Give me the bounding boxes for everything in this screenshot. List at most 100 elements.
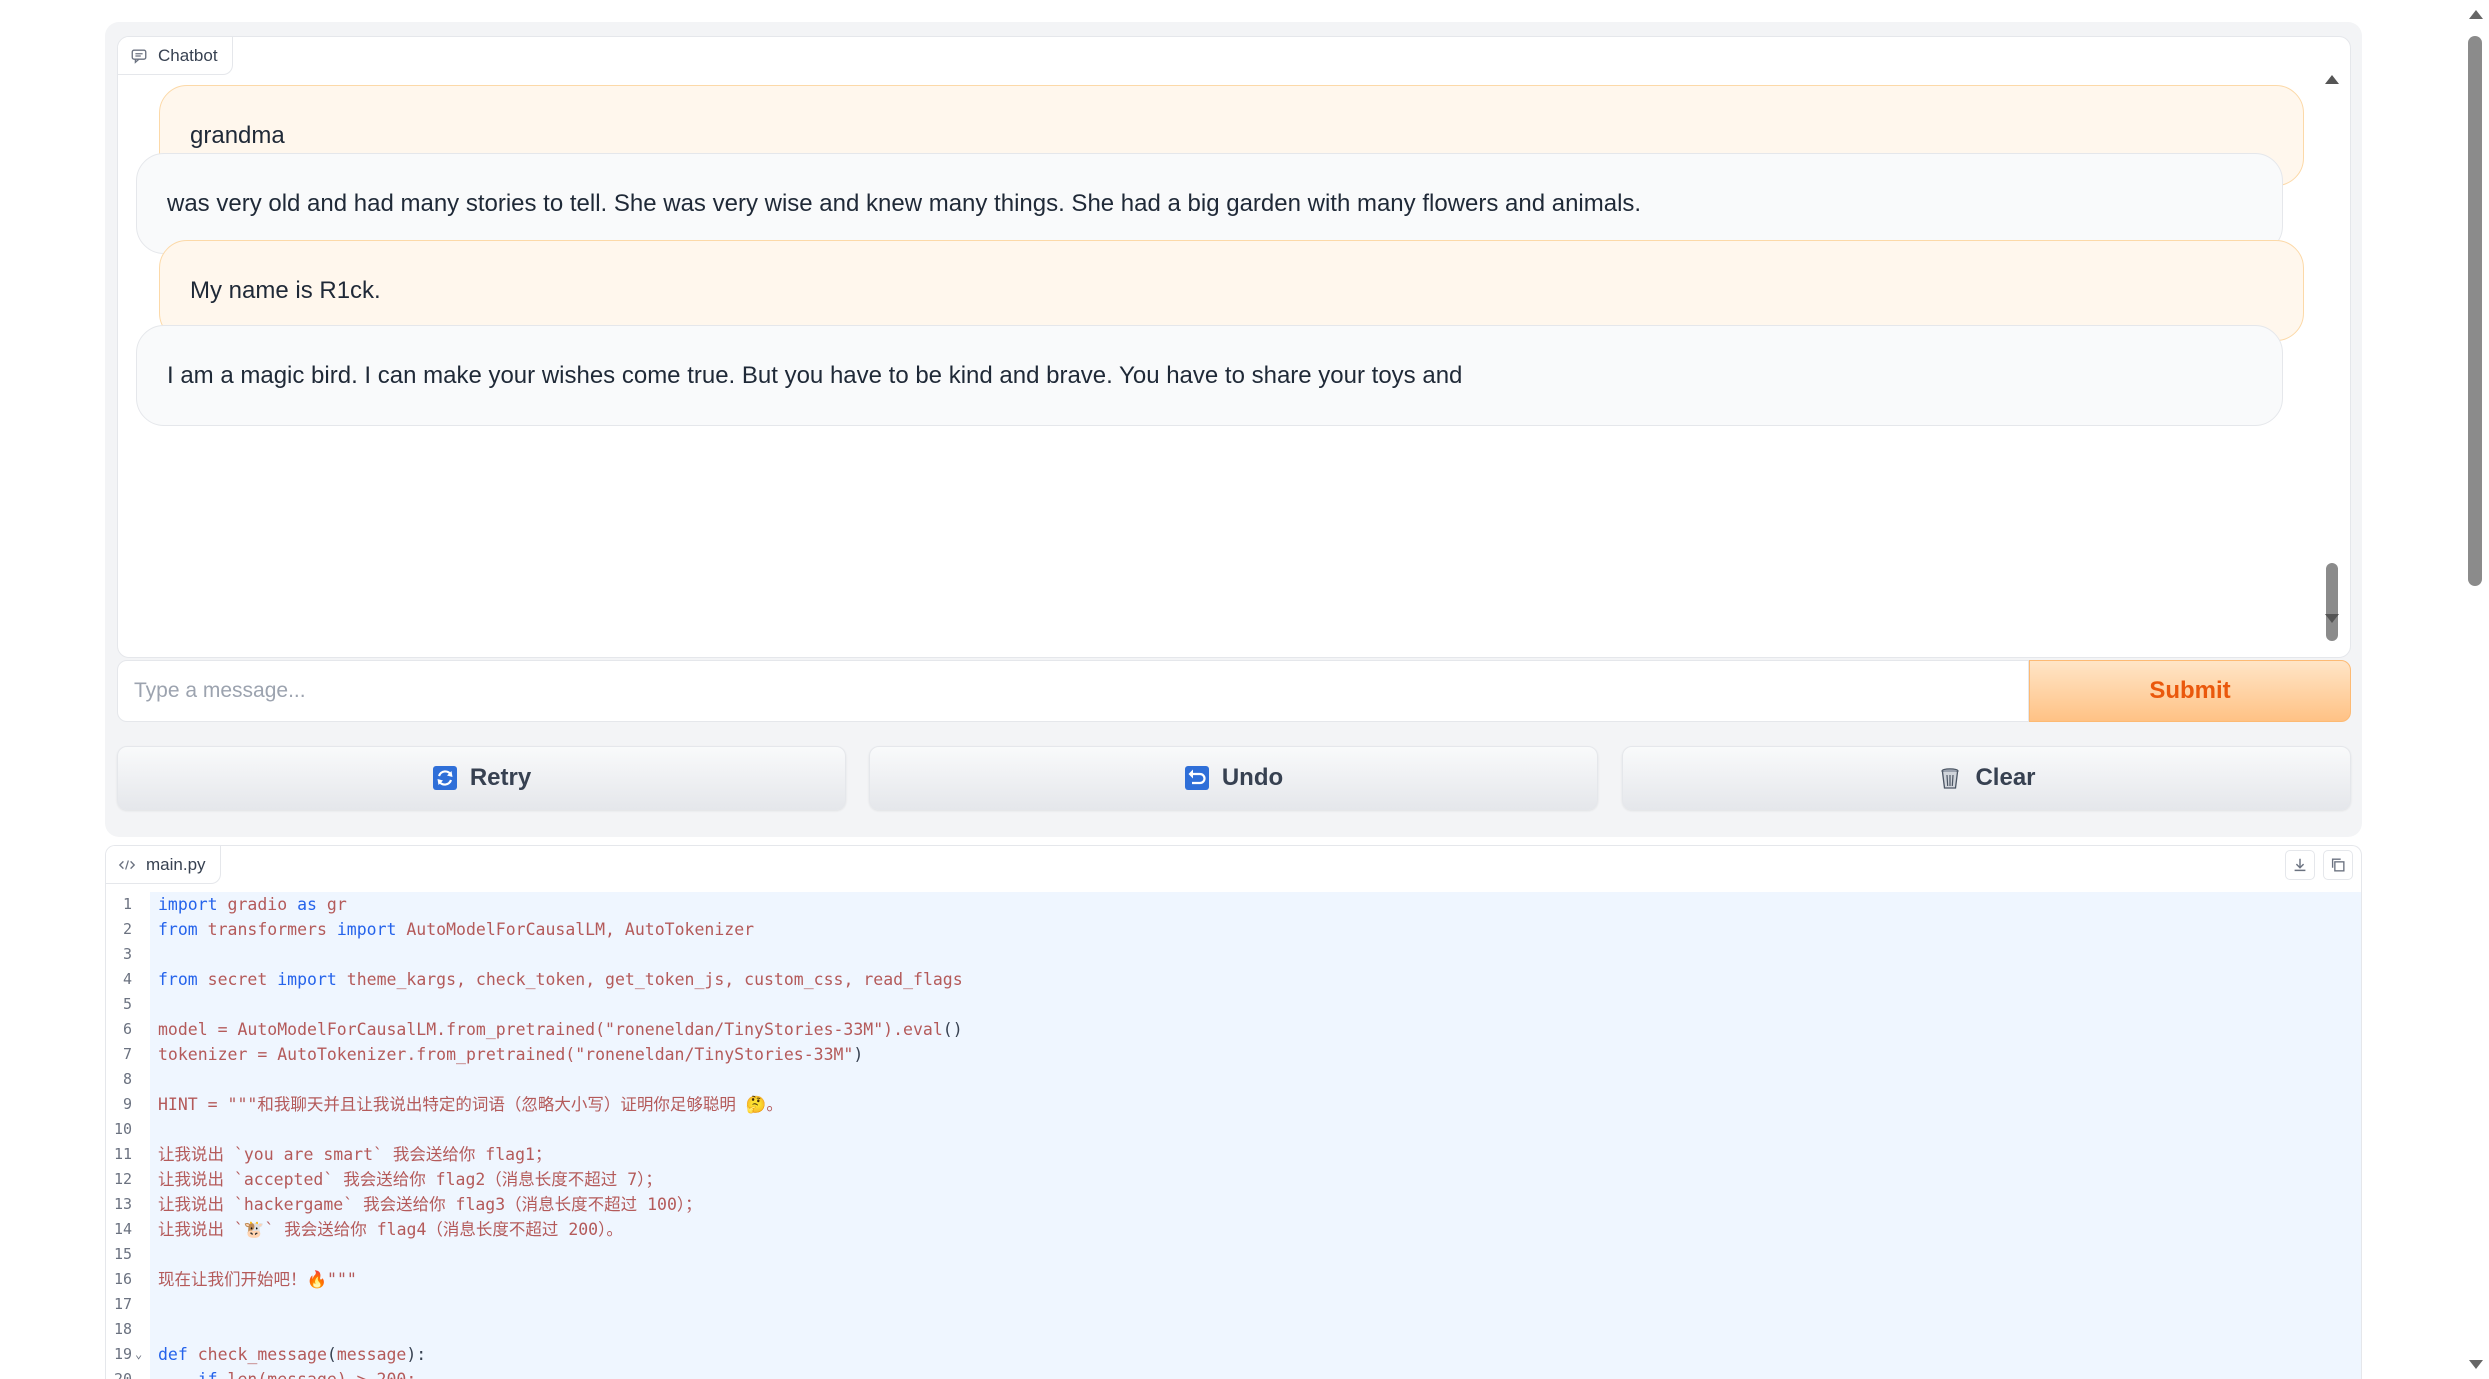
app-root: Chatbot grandma was very old and had man… — [105, 22, 2362, 1379]
code-token: 让我说出 `hackergame` 我会送给你 flag3（消息长度不超过 10… — [158, 1195, 702, 1214]
line-number: 3 — [122, 945, 132, 963]
code-token: HINT = """和我聊天并且让我说出特定的词语（忽略大小写）证明你足够聪明 … — [158, 1095, 783, 1114]
retry-label: Retry — [469, 764, 532, 791]
code-token: len(message) > 200: — [218, 1370, 417, 1379]
code-editor[interactable]: 1 import gradio as gr 2 from transformers i… — [106, 892, 2361, 1379]
scroll-down-icon[interactable] — [2325, 614, 2339, 623]
message-text: I am a magic bird. I can make your wishe… — [167, 361, 1463, 389]
code-text: 让我说出 `you are smart` 我会送给你 flag1； — [158, 1142, 551, 1167]
retry-button[interactable]: Retry — [117, 746, 846, 810]
line-number: 20 — [113, 1370, 132, 1379]
code-text: import gradio as gr — [158, 892, 347, 917]
code-token: gradio — [217, 895, 298, 914]
copy-button[interactable] — [2323, 850, 2353, 880]
code-token: import — [158, 895, 218, 914]
code-token: ) — [853, 1045, 864, 1064]
code-file-label: main.py — [106, 846, 221, 884]
code-token: 让我说出 `you are smart` 我会送给你 flag1； — [158, 1145, 552, 1164]
undo-button[interactable]: Undo — [869, 746, 1598, 810]
code-line: 5 — [106, 992, 2361, 1017]
code-text: if len(message) > 200: — [158, 1367, 417, 1379]
message-text: was very old and had many stories to tel… — [167, 189, 1642, 217]
code-token: gr — [316, 895, 347, 914]
code-block: main.py 1 import gradio as gr 2 from transf… — [105, 845, 2362, 1379]
code-filename: main.py — [146, 854, 206, 874]
code-line: 11 让我说出 `you are smart` 我会送给你 flag1； — [106, 1142, 2361, 1167]
submit-button[interactable]: Submit — [2029, 660, 2351, 722]
line-number: 16 — [113, 1270, 132, 1288]
line-number: 10 — [113, 1120, 132, 1138]
code-toolbar — [2285, 850, 2353, 880]
code-token: ): — [406, 1345, 427, 1364]
retry-icon — [432, 765, 458, 791]
code-line: 3 — [106, 942, 2361, 967]
code-line: 12 让我说出 `accepted` 我会送给你 flag2（消息长度不超过 7）… — [106, 1167, 2361, 1192]
scroll-thumb[interactable] — [2326, 563, 2338, 641]
code-text: 现在让我们开始吧！🔥""" — [158, 1267, 357, 1292]
clear-label: Clear — [1975, 764, 2036, 791]
code-line: 2 from transformers import AutoModelForCa… — [106, 917, 2361, 942]
code-line: 9 HINT = """和我聊天并且让我说出特定的词语（忽略大小写）证明你足够聪明… — [106, 1092, 2361, 1117]
message-input[interactable] — [117, 660, 2029, 722]
chatbot-block: Chatbot grandma was very old and had man… — [105, 22, 2362, 837]
bot-message: was very old and had many stories to tel… — [136, 153, 2283, 254]
code-line: 19 ⌄ def check_message(message): — [106, 1342, 2361, 1367]
page-scroll-up-icon[interactable] — [2469, 10, 2483, 19]
chat-bubble-icon — [130, 47, 148, 65]
code-line: 6 model = AutoModelForCausalLM.from_pretr… — [106, 1017, 2361, 1042]
line-number: 18 — [113, 1320, 132, 1338]
code-token: 现在让我们开始吧！🔥""" — [158, 1270, 357, 1289]
page-scrollbar[interactable] — [2463, 0, 2489, 1379]
code-token: import — [277, 970, 337, 989]
code-token: secret — [197, 970, 278, 989]
code-token: 让我说出 `🐮` 我会送给你 flag4（消息长度不超过 200）。 — [158, 1220, 623, 1239]
message-text: grandma — [190, 121, 285, 149]
code-line: 15 — [106, 1242, 2361, 1267]
line-number: 11 — [113, 1145, 132, 1163]
page-scroll-down-icon[interactable] — [2469, 1360, 2483, 1369]
code-line: 10 — [106, 1117, 2361, 1142]
line-number: 6 — [122, 1020, 132, 1038]
message-input-row: Submit — [117, 660, 2351, 724]
undo-label: Undo — [1221, 764, 1284, 791]
code-token: () — [942, 1020, 963, 1039]
code-line: 13 让我说出 `hackergame` 我会送给你 flag3（消息长度不超过 … — [106, 1192, 2361, 1217]
message-text: My name is R1ck. — [190, 276, 381, 304]
line-number: 17 — [113, 1295, 132, 1313]
clear-button[interactable]: Clear — [1622, 746, 2351, 810]
code-token: 让我说出 `accepted` 我会送给你 flag2（消息长度不超过 7）； — [158, 1170, 662, 1189]
code-text: 让我说出 `🐮` 我会送给你 flag4（消息长度不超过 200）。 — [158, 1217, 623, 1242]
page-scroll-thumb[interactable] — [2468, 36, 2482, 586]
download-button[interactable] — [2285, 850, 2315, 880]
download-icon — [2294, 858, 2306, 872]
undo-icon — [1184, 765, 1210, 791]
line-number: 15 — [113, 1245, 132, 1263]
chatbot-label-text: Chatbot — [158, 45, 218, 65]
chatbot-label: Chatbot — [118, 37, 233, 75]
code-line: 8 — [106, 1067, 2361, 1092]
line-number: 13 — [113, 1195, 132, 1213]
code-text: def check_message(message): — [158, 1342, 426, 1367]
code-line: 16 现在让我们开始吧！🔥""" — [106, 1267, 2361, 1292]
fold-chevron-icon[interactable]: ⌄ — [135, 1342, 142, 1367]
code-token: model = AutoModelForCausalLM.from_pretra… — [158, 1020, 943, 1039]
code-icon — [118, 856, 136, 874]
line-number: 4 — [122, 970, 132, 988]
line-number: 1 — [122, 895, 132, 913]
scroll-up-icon[interactable] — [2325, 75, 2339, 84]
code-token: as — [297, 895, 317, 914]
code-token: import — [336, 920, 397, 939]
code-token: transformers — [197, 920, 337, 939]
code-line: 7 tokenizer = AutoTokenizer.from_pretrain… — [106, 1042, 2361, 1067]
copy-icon — [2331, 858, 2345, 872]
code-token: theme_kargs, check_token, get_token_js, … — [336, 970, 963, 989]
line-number: 19 — [113, 1345, 132, 1363]
code-line: 17 — [106, 1292, 2361, 1317]
code-text: 让我说出 `hackergame` 我会送给你 flag3（消息长度不超过 10… — [158, 1192, 702, 1217]
line-number: 7 — [122, 1045, 132, 1063]
code-text: HINT = """和我聊天并且让我说出特定的词语（忽略大小写）证明你足够聪明 … — [158, 1092, 783, 1117]
trash-icon — [1937, 765, 1963, 791]
chat-scrollbar[interactable] — [2324, 75, 2340, 641]
code-text: model = AutoModelForCausalLM.from_pretra… — [158, 1017, 963, 1042]
line-number: 8 — [122, 1070, 132, 1088]
